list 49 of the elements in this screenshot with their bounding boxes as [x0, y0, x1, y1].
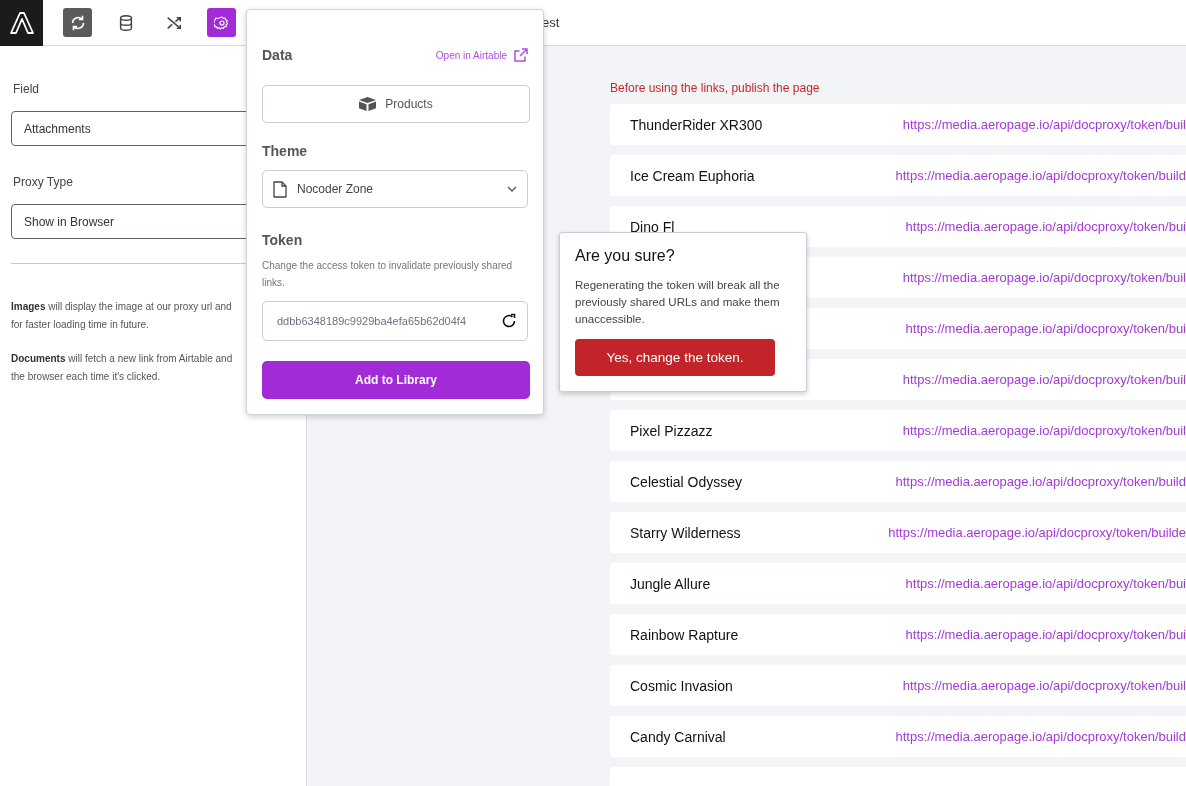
url-link[interactable]: https://media.aeropage.io/api/docproxy/token/bui	[905, 627, 1186, 642]
item-name: Cosmic Invasion	[630, 677, 733, 694]
item-name: Ice Cream Euphoria	[630, 167, 755, 184]
url-link[interactable]: https://media.aeropage.io/api/docproxy/token/buil	[902, 372, 1186, 387]
token-field[interactable]: ddbb6348189c9929ba4efa65b62d04f4	[262, 301, 528, 341]
refresh-icon	[501, 313, 517, 329]
item-name: Dino Fl	[630, 218, 675, 235]
section-heading: Data	[262, 47, 293, 63]
url-link[interactable]: https://media.aeropage.io/api/docproxy/token/buil	[902, 117, 1186, 132]
help-text: Images will display the image at our proxy url and for faster loading time in future.	[11, 300, 233, 332]
table-button[interactable]: Products	[262, 85, 530, 123]
external-link-icon	[514, 48, 528, 62]
url-link[interactable]: https://media.aeropage.io/api/docproxy/token/bui	[905, 576, 1186, 591]
warning-text: Before using the links, publish the page	[610, 81, 821, 95]
item-name: Celestial Odyssey	[630, 473, 743, 490]
settings-button[interactable]	[207, 8, 236, 37]
item-name: Starry Wilderness	[630, 524, 741, 541]
confirm-button[interactable]: Yes, change the token.	[575, 339, 775, 376]
url-link[interactable]: https://media.aeropage.io/api/docproxy/token/buil	[902, 270, 1186, 285]
dialog-title: Are you sure?	[575, 247, 676, 265]
item-name: Rainbow Rapture	[630, 626, 739, 643]
field-label: Field	[13, 82, 40, 96]
item-name: Candy Carnival	[630, 728, 726, 745]
url-link[interactable]: https://media.aeropage.io/api/docproxy/token/builde	[888, 525, 1186, 540]
url-link[interactable]: https://media.aeropage.io/api/docproxy/token/bui	[905, 321, 1186, 336]
section-heading: Theme	[262, 143, 309, 159]
url-link[interactable]: https://media.aeropage.io/api/docproxy/token/build	[895, 729, 1186, 744]
url-link[interactable]: https://media.aeropage.io/api/docproxy/token/build	[895, 168, 1186, 183]
dialog-message: Regenerating the token will break all the previously shared URLs and make them unaccessible.	[575, 278, 780, 327]
url-link[interactable]: https://media.aeropage.io/api/docproxy/token/buil	[902, 678, 1186, 693]
token-value: ddbb6348189c9929ba4efa65b62d04f4	[277, 315, 468, 327]
item-name: ThunderRider XR300	[630, 116, 763, 133]
chevron-down-icon	[507, 186, 517, 192]
sync-button[interactable]	[63, 8, 92, 37]
item-name: Jungle Allure	[630, 575, 711, 592]
help-text: Change the access token to invalidate previously shared links.	[262, 259, 514, 290]
url-link[interactable]: https://media.aeropage.io/api/docproxy/token/bui	[905, 219, 1186, 234]
add-button[interactable]: Add to Library	[262, 361, 530, 399]
url-link[interactable]: https://media.aeropage.io/api/docproxy/token/build	[895, 474, 1186, 489]
help-text: Documents will fetch a new link from Airtable and the browser each time it's clicked.	[11, 352, 234, 384]
select-value: Nocoder Zone	[297, 182, 375, 196]
logo[interactable]	[0, 0, 43, 46]
settings-icon	[213, 14, 230, 31]
item-name: Pixel Pizzazz	[630, 422, 713, 439]
url-link[interactable]: https://media.aeropage.io/api/docproxy/token/buil	[902, 423, 1186, 438]
open-link[interactable]: Open in Airtable	[435, 48, 528, 62]
theme-select[interactable]: Nocoder Zone	[262, 170, 528, 208]
box-icon	[359, 97, 377, 111]
file-icon	[273, 180, 287, 198]
